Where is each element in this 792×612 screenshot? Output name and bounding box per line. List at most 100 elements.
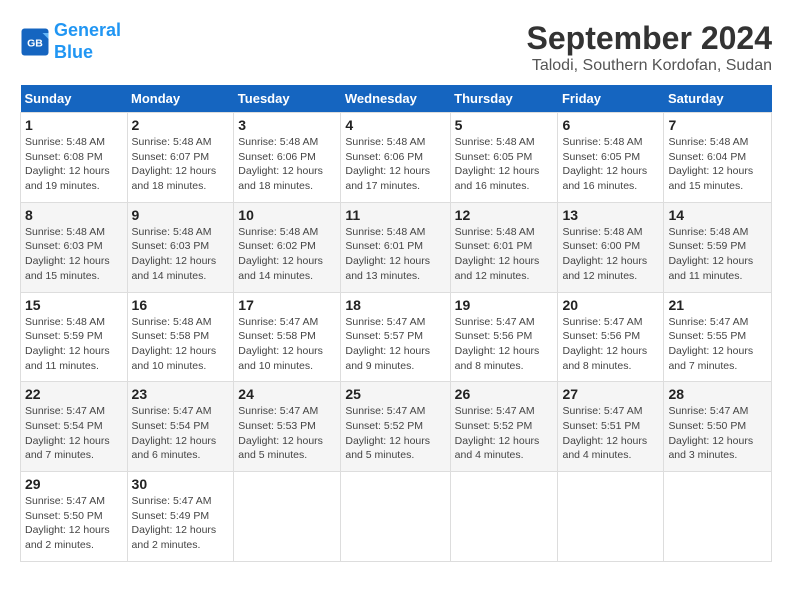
day-number: 28	[668, 386, 767, 402]
day-info: Sunrise: 5:48 AMSunset: 5:59 PMDaylight:…	[25, 316, 110, 372]
table-row	[450, 472, 558, 562]
table-row: 15 Sunrise: 5:48 AMSunset: 5:59 PMDaylig…	[21, 292, 128, 382]
col-sunday: Sunday	[21, 85, 128, 113]
day-number: 15	[25, 297, 123, 313]
calendar-week-row: 15 Sunrise: 5:48 AMSunset: 5:59 PMDaylig…	[21, 292, 772, 382]
day-info: Sunrise: 5:48 AMSunset: 6:05 PMDaylight:…	[562, 136, 647, 192]
table-row: 19 Sunrise: 5:47 AMSunset: 5:56 PMDaylig…	[450, 292, 558, 382]
day-info: Sunrise: 5:48 AMSunset: 6:00 PMDaylight:…	[562, 226, 647, 282]
day-info: Sunrise: 5:48 AMSunset: 5:58 PMDaylight:…	[132, 316, 217, 372]
day-number: 16	[132, 297, 230, 313]
day-number: 6	[562, 117, 659, 133]
day-number: 5	[455, 117, 554, 133]
day-info: Sunrise: 5:48 AMSunset: 6:07 PMDaylight:…	[132, 136, 217, 192]
table-row: 17 Sunrise: 5:47 AMSunset: 5:58 PMDaylig…	[234, 292, 341, 382]
day-number: 27	[562, 386, 659, 402]
day-info: Sunrise: 5:47 AMSunset: 5:57 PMDaylight:…	[345, 316, 430, 372]
table-row	[558, 472, 664, 562]
calendar-table: Sunday Monday Tuesday Wednesday Thursday…	[20, 85, 772, 562]
table-row: 6 Sunrise: 5:48 AMSunset: 6:05 PMDayligh…	[558, 113, 664, 203]
day-number: 2	[132, 117, 230, 133]
col-wednesday: Wednesday	[341, 85, 450, 113]
calendar-week-row: 8 Sunrise: 5:48 AMSunset: 6:03 PMDayligh…	[21, 202, 772, 292]
table-row	[234, 472, 341, 562]
day-info: Sunrise: 5:48 AMSunset: 6:02 PMDaylight:…	[238, 226, 323, 282]
day-number: 17	[238, 297, 336, 313]
day-number: 11	[345, 207, 445, 223]
day-number: 3	[238, 117, 336, 133]
day-info: Sunrise: 5:47 AMSunset: 5:54 PMDaylight:…	[132, 405, 217, 461]
day-number: 26	[455, 386, 554, 402]
day-number: 21	[668, 297, 767, 313]
day-info: Sunrise: 5:48 AMSunset: 5:59 PMDaylight:…	[668, 226, 753, 282]
calendar-week-row: 22 Sunrise: 5:47 AMSunset: 5:54 PMDaylig…	[21, 382, 772, 472]
table-row: 21 Sunrise: 5:47 AMSunset: 5:55 PMDaylig…	[664, 292, 772, 382]
logo-text: General Blue	[54, 20, 121, 63]
day-info: Sunrise: 5:47 AMSunset: 5:52 PMDaylight:…	[455, 405, 540, 461]
table-row: 12 Sunrise: 5:48 AMSunset: 6:01 PMDaylig…	[450, 202, 558, 292]
table-row: 5 Sunrise: 5:48 AMSunset: 6:05 PMDayligh…	[450, 113, 558, 203]
calendar-header-row: Sunday Monday Tuesday Wednesday Thursday…	[21, 85, 772, 113]
day-info: Sunrise: 5:47 AMSunset: 5:56 PMDaylight:…	[562, 316, 647, 372]
day-info: Sunrise: 5:48 AMSunset: 6:04 PMDaylight:…	[668, 136, 753, 192]
day-info: Sunrise: 5:47 AMSunset: 5:53 PMDaylight:…	[238, 405, 323, 461]
day-info: Sunrise: 5:48 AMSunset: 6:01 PMDaylight:…	[455, 226, 540, 282]
logo-line2: Blue	[54, 42, 93, 62]
table-row: 20 Sunrise: 5:47 AMSunset: 5:56 PMDaylig…	[558, 292, 664, 382]
logo-icon: GB	[20, 27, 50, 57]
table-row: 25 Sunrise: 5:47 AMSunset: 5:52 PMDaylig…	[341, 382, 450, 472]
day-number: 7	[668, 117, 767, 133]
table-row: 26 Sunrise: 5:47 AMSunset: 5:52 PMDaylig…	[450, 382, 558, 472]
day-info: Sunrise: 5:48 AMSunset: 6:01 PMDaylight:…	[345, 226, 430, 282]
table-row: 22 Sunrise: 5:47 AMSunset: 5:54 PMDaylig…	[21, 382, 128, 472]
location-title: Talodi, Southern Kordofan, Sudan	[527, 57, 772, 75]
table-row: 10 Sunrise: 5:48 AMSunset: 6:02 PMDaylig…	[234, 202, 341, 292]
day-number: 22	[25, 386, 123, 402]
table-row: 7 Sunrise: 5:48 AMSunset: 6:04 PMDayligh…	[664, 113, 772, 203]
table-row: 16 Sunrise: 5:48 AMSunset: 5:58 PMDaylig…	[127, 292, 234, 382]
table-row: 18 Sunrise: 5:47 AMSunset: 5:57 PMDaylig…	[341, 292, 450, 382]
day-info: Sunrise: 5:47 AMSunset: 5:52 PMDaylight:…	[345, 405, 430, 461]
day-number: 13	[562, 207, 659, 223]
col-tuesday: Tuesday	[234, 85, 341, 113]
day-info: Sunrise: 5:48 AMSunset: 6:03 PMDaylight:…	[25, 226, 110, 282]
day-info: Sunrise: 5:47 AMSunset: 5:56 PMDaylight:…	[455, 316, 540, 372]
day-number: 25	[345, 386, 445, 402]
table-row: 8 Sunrise: 5:48 AMSunset: 6:03 PMDayligh…	[21, 202, 128, 292]
calendar-body: 1 Sunrise: 5:48 AMSunset: 6:08 PMDayligh…	[21, 113, 772, 562]
day-info: Sunrise: 5:47 AMSunset: 5:58 PMDaylight:…	[238, 316, 323, 372]
logo: GB General Blue	[20, 20, 121, 63]
table-row: 4 Sunrise: 5:48 AMSunset: 6:06 PMDayligh…	[341, 113, 450, 203]
day-number: 14	[668, 207, 767, 223]
day-number: 30	[132, 476, 230, 492]
table-row: 11 Sunrise: 5:48 AMSunset: 6:01 PMDaylig…	[341, 202, 450, 292]
table-row: 23 Sunrise: 5:47 AMSunset: 5:54 PMDaylig…	[127, 382, 234, 472]
day-number: 24	[238, 386, 336, 402]
day-number: 18	[345, 297, 445, 313]
table-row: 24 Sunrise: 5:47 AMSunset: 5:53 PMDaylig…	[234, 382, 341, 472]
day-number: 9	[132, 207, 230, 223]
day-info: Sunrise: 5:47 AMSunset: 5:50 PMDaylight:…	[25, 495, 110, 551]
table-row: 14 Sunrise: 5:48 AMSunset: 5:59 PMDaylig…	[664, 202, 772, 292]
table-row	[341, 472, 450, 562]
day-number: 20	[562, 297, 659, 313]
title-block: September 2024 Talodi, Southern Kordofan…	[527, 20, 772, 75]
day-number: 19	[455, 297, 554, 313]
day-number: 4	[345, 117, 445, 133]
day-number: 8	[25, 207, 123, 223]
table-row: 27 Sunrise: 5:47 AMSunset: 5:51 PMDaylig…	[558, 382, 664, 472]
col-friday: Friday	[558, 85, 664, 113]
col-monday: Monday	[127, 85, 234, 113]
day-number: 23	[132, 386, 230, 402]
day-number: 1	[25, 117, 123, 133]
day-info: Sunrise: 5:47 AMSunset: 5:55 PMDaylight:…	[668, 316, 753, 372]
table-row: 29 Sunrise: 5:47 AMSunset: 5:50 PMDaylig…	[21, 472, 128, 562]
table-row: 30 Sunrise: 5:47 AMSunset: 5:49 PMDaylig…	[127, 472, 234, 562]
calendar-week-row: 29 Sunrise: 5:47 AMSunset: 5:50 PMDaylig…	[21, 472, 772, 562]
day-info: Sunrise: 5:48 AMSunset: 6:08 PMDaylight:…	[25, 136, 110, 192]
logo-line1: General	[54, 20, 121, 40]
day-info: Sunrise: 5:47 AMSunset: 5:54 PMDaylight:…	[25, 405, 110, 461]
svg-text:GB: GB	[27, 37, 43, 49]
day-info: Sunrise: 5:47 AMSunset: 5:49 PMDaylight:…	[132, 495, 217, 551]
table-row	[664, 472, 772, 562]
